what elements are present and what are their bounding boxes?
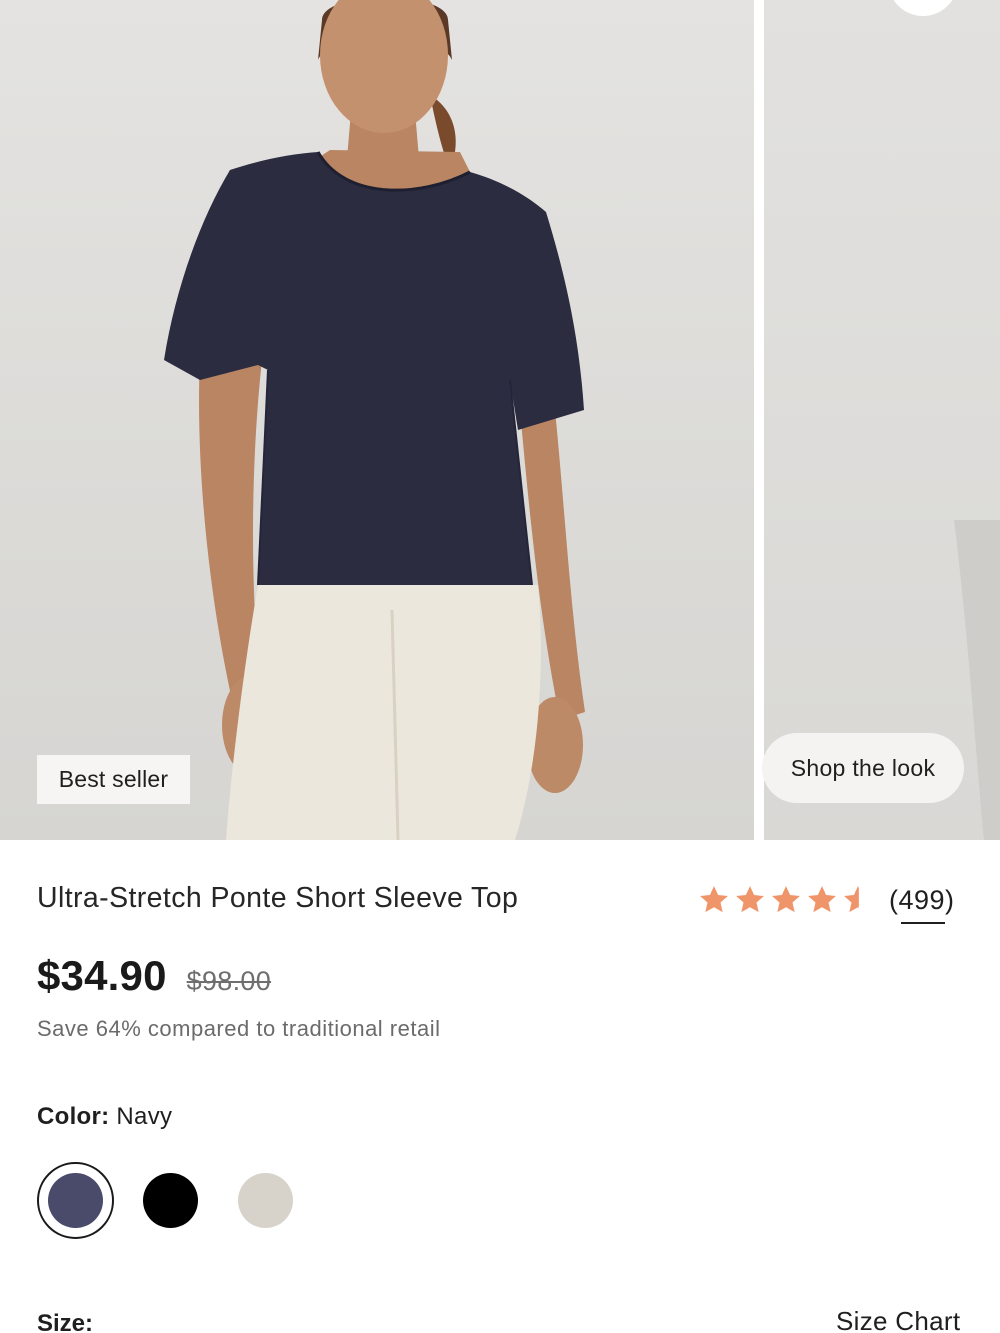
original-price: $98.00 <box>186 966 272 996</box>
color-label: Color: <box>37 1103 110 1130</box>
selected-color-name: Navy <box>116 1103 173 1130</box>
color-swatch-black[interactable] <box>143 1173 198 1228</box>
best-seller-badge: Best seller <box>37 755 190 804</box>
review-count-link[interactable]: (499) <box>889 884 955 924</box>
color-swatch-bone[interactable] <box>238 1173 293 1228</box>
review-count-text: (499) <box>889 884 955 915</box>
savings-note: Save 64% compared to traditional retail <box>37 1016 441 1041</box>
star-icon <box>700 886 728 913</box>
sale-price: $34.90 <box>37 952 167 999</box>
half-star-icon <box>844 886 859 913</box>
star-icon <box>772 886 800 913</box>
color-swatch-navy[interactable] <box>48 1173 103 1228</box>
model-photo-illustration <box>164 0 585 840</box>
product-image-main[interactable]: Best seller <box>0 0 754 840</box>
star-icon <box>808 886 836 913</box>
size-label: Size: <box>37 1310 94 1333</box>
star-icon <box>736 886 764 913</box>
size-chart-link[interactable]: Size Chart <box>836 1306 960 1333</box>
star-rating <box>697 883 875 917</box>
color-selection-label: Color: Navy <box>37 1103 172 1131</box>
product-title: Ultra-Stretch Ponte Short Sleeve Top <box>37 882 519 914</box>
product-image-next[interactable] <box>764 0 1000 840</box>
shop-the-look-button[interactable]: Shop the look <box>762 733 964 803</box>
review-count-underline <box>901 921 945 924</box>
next-photo-illustration <box>954 520 1000 840</box>
rating-summary[interactable]: (499) <box>697 880 955 924</box>
product-image-gallery[interactable]: Best seller Shop the look <box>0 0 1000 840</box>
price-row: $34.90 $98.00 <box>37 952 271 1000</box>
